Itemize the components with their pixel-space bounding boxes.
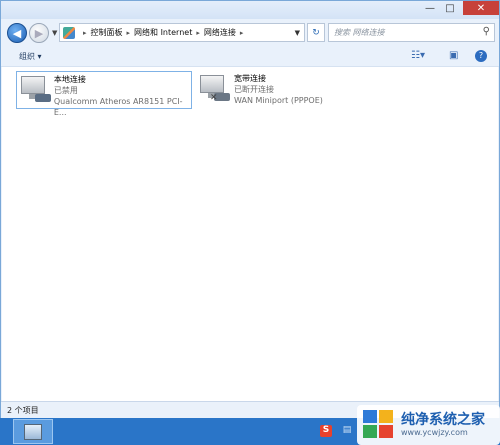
forward-button[interactable]: ▶ xyxy=(29,23,49,43)
help-icon[interactable]: ? xyxy=(475,50,487,62)
connection-item-broadband[interactable]: ✕ 宽带连接 已断开连接 WAN Miniport (PPPOE) xyxy=(196,71,346,109)
title-bar: — □ ✕ xyxy=(1,1,499,19)
ethernet-adapter-icon xyxy=(17,72,54,108)
item-count: 2 个项目 xyxy=(7,405,39,415)
breadcrumb-separator-icon[interactable]: ▸ xyxy=(240,29,244,37)
breadcrumb-separator-icon[interactable]: ▸ xyxy=(196,29,200,37)
breadcrumb-control-panel[interactable]: 控制面板 xyxy=(91,27,123,38)
sogou-input-icon[interactable]: S xyxy=(320,425,332,437)
preview-pane-icon[interactable]: ▣ xyxy=(449,50,458,61)
network-tray-icon[interactable]: ▤ xyxy=(341,425,353,437)
back-button[interactable]: ◀ xyxy=(7,23,27,43)
refresh-icon: ↻ xyxy=(312,27,320,38)
breadcrumb-network-connections[interactable]: 网络连接 xyxy=(204,27,236,38)
windows-logo-icon xyxy=(363,410,395,440)
broadband-connection-icon: ✕ xyxy=(196,71,234,107)
address-bar[interactable]: ▸ 控制面板 ▸ 网络和 Internet ▸ 网络连接 ▸ ▼ xyxy=(59,23,305,42)
disconnected-icon: ✕ xyxy=(210,93,218,103)
minimize-button[interactable]: — xyxy=(419,1,441,15)
search-icon[interactable]: ⚲ xyxy=(483,26,490,37)
address-history-chevron-icon[interactable]: ▼ xyxy=(295,29,300,37)
search-placeholder: 搜索 网络连接 xyxy=(334,28,385,37)
connection-item-local[interactable]: 本地连接 已禁用 Qualcomm Atheros AR8151 PCI-E..… xyxy=(16,71,192,117)
breadcrumb-separator-icon[interactable]: ▸ xyxy=(127,29,131,37)
watermark-url: www.ycwjzy.com xyxy=(401,428,468,437)
explorer-window: — □ ✕ ◀ ▶ ▼ ▸ 控制面板 ▸ 网络和 Internet ▸ 网络连接… xyxy=(0,0,500,418)
view-options-icon[interactable]: ☷▾ xyxy=(411,50,425,61)
arrow-right-icon: ▶ xyxy=(34,26,44,40)
arrow-left-icon: ◀ xyxy=(12,26,22,40)
navigation-bar: ◀ ▶ ▼ ▸ 控制面板 ▸ 网络和 Internet ▸ 网络连接 ▸ ▼ ↻… xyxy=(1,19,499,47)
organize-menu-button[interactable]: 组织 ▾ xyxy=(19,51,42,62)
breadcrumb-separator-icon[interactable]: ▸ xyxy=(83,29,87,37)
taskbar-explorer-button[interactable] xyxy=(13,419,53,444)
search-input[interactable]: 搜索 网络连接 ⚲ xyxy=(328,23,495,42)
connection-status: 已断开连接 xyxy=(234,85,274,94)
connection-device: Qualcomm Atheros AR8151 PCI-E... xyxy=(53,97,183,117)
connections-list: 本地连接 已禁用 Qualcomm Atheros AR8151 PCI-E..… xyxy=(2,67,498,401)
control-panel-icon xyxy=(63,26,75,39)
close-button[interactable]: ✕ xyxy=(463,1,499,15)
refresh-button[interactable]: ↻ xyxy=(307,23,325,42)
watermark-title: 纯净系统之家 xyxy=(401,412,485,428)
recent-pages-chevron-icon[interactable]: ▼ xyxy=(52,29,57,37)
breadcrumb-network-internet[interactable]: 网络和 Internet xyxy=(134,27,192,38)
connection-device: WAN Miniport (PPPOE) xyxy=(234,96,323,105)
connection-name: 宽带连接 xyxy=(234,74,266,83)
network-window-icon xyxy=(24,423,42,440)
connection-name: 本地连接 xyxy=(53,75,86,84)
maximize-button[interactable]: □ xyxy=(441,1,459,15)
command-bar: 组织 ▾ ☷▾ ▣ ? xyxy=(1,47,499,67)
connection-status: 已禁用 xyxy=(53,86,78,95)
site-watermark: 纯净系统之家 www.ycwjzy.com xyxy=(357,405,500,445)
